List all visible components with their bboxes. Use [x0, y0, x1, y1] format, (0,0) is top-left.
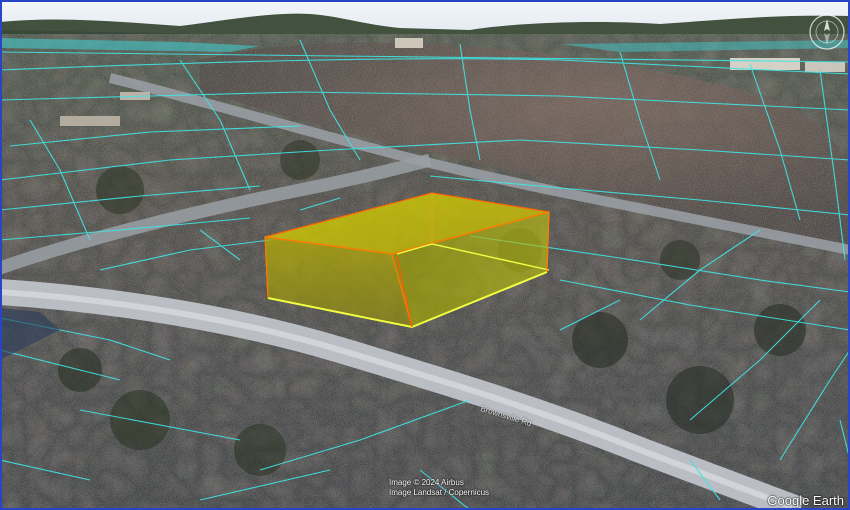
- imagery-attribution: Image © 2024 Airbus Image Landsat / Cope…: [389, 478, 489, 498]
- terrain-scene[interactable]: [0, 0, 850, 510]
- map-viewport[interactable]: Brownsville Rd Image © 2024 Airbus Image…: [0, 0, 850, 510]
- attribution-line: Image © 2024 Airbus: [389, 478, 464, 487]
- attribution-line: Image Landsat / Copernicus: [389, 488, 490, 497]
- google-earth-logo: Google Earth: [767, 493, 844, 508]
- compass-icon[interactable]: [808, 13, 846, 51]
